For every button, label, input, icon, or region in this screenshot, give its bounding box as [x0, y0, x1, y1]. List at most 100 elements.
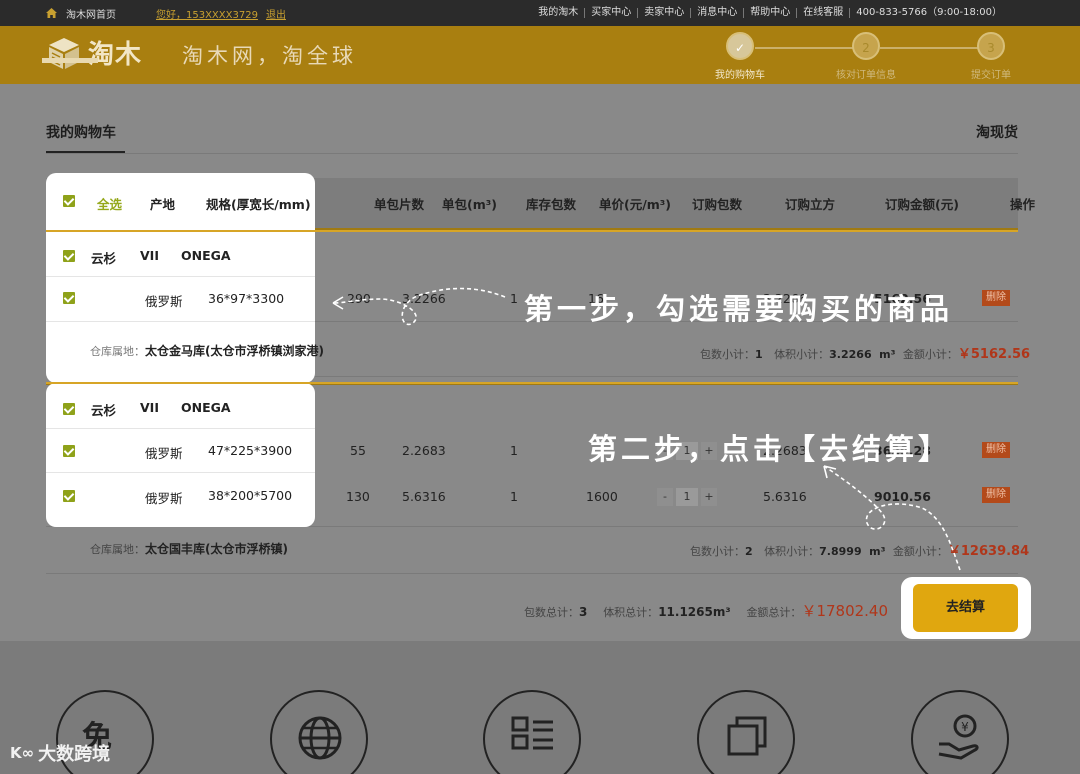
- copy-icon: [697, 690, 795, 774]
- col-order-qty: 订购包数: [692, 197, 743, 212]
- cell-volume: 5.6316: [402, 489, 446, 504]
- top-link-help-center[interactable]: 帮助中心: [744, 8, 798, 18]
- group-species: 云杉: [91, 251, 117, 266]
- row-divider: [46, 428, 315, 429]
- item-checkbox[interactable]: [63, 490, 75, 502]
- total-amount: ￥17802.40: [801, 602, 889, 620]
- col-price: 单价(元/m³): [599, 197, 671, 212]
- group-species: 云杉: [91, 403, 117, 418]
- logout-link[interactable]: 退出: [266, 6, 286, 21]
- cell-stock: 1: [510, 291, 518, 306]
- warehouse-label: 仓库属地：: [90, 345, 145, 358]
- group-grade: VII: [140, 400, 159, 415]
- site-logo[interactable]: 淘木: [46, 34, 142, 71]
- group-divider: [46, 382, 1018, 384]
- home-icon: [46, 8, 57, 18]
- cell-origin: 俄罗斯: [145, 491, 183, 506]
- step-cart: ✓ 我的购物车: [695, 32, 785, 81]
- group-checkbox[interactable]: [63, 250, 75, 262]
- top-link-seller-center[interactable]: 卖家中心: [638, 8, 692, 18]
- cell-pieces: 55: [350, 443, 366, 458]
- cell-origin: 俄罗斯: [145, 294, 183, 309]
- col-spec: 规格(厚宽长/mm): [206, 197, 311, 212]
- cell-origin: 俄罗斯: [145, 446, 183, 461]
- warehouse-name: 太仓金马库(太仓市浮桥镇浏家港): [145, 344, 324, 358]
- user-greeting[interactable]: 您好，153XXXX3729: [156, 6, 258, 21]
- top-bar: 淘木网首页 您好，153XXXX3729 退出 我的淘木 买家中心 卖家中心 消…: [0, 0, 1080, 26]
- select-all-label[interactable]: 全选: [97, 194, 122, 213]
- annotation-step1: 第一步，勾选需要购买的商品: [524, 292, 954, 326]
- step-label: 核对订单信息: [836, 70, 896, 81]
- cell-pieces: 130: [346, 489, 370, 504]
- step-submit: 3 提交订单: [946, 32, 1036, 81]
- check-icon: ✓: [726, 32, 754, 60]
- cell-volume: 2.2683: [402, 443, 446, 458]
- logo-url-strip: [42, 58, 98, 63]
- quantity-value[interactable]: 1: [676, 488, 698, 506]
- warehouse-info: 仓库属地：太仓金马库(太仓市浮桥镇浏家港): [90, 342, 324, 359]
- group-brand: ONEGA: [181, 400, 231, 415]
- header-underline: [46, 230, 1018, 232]
- subtotal-vol-unit: m³: [879, 348, 896, 361]
- home-link[interactable]: 淘木网首页: [46, 6, 116, 21]
- feature-strip: 免 ¥: [0, 641, 1080, 774]
- globe-icon: [270, 690, 368, 774]
- warehouse-label: 仓库属地：: [90, 543, 145, 556]
- copy-glyph: [727, 716, 767, 756]
- top-link-my-taomu[interactable]: 我的淘木: [532, 8, 586, 18]
- watermark-logo: K∞: [10, 744, 35, 762]
- step-confirm: 2 核对订单信息: [821, 32, 911, 81]
- slogan: 淘木网，淘全球: [182, 44, 357, 68]
- subtotal-vol-label: 体积小计：: [764, 545, 820, 558]
- subtotal-amt: ￥5162.56: [957, 347, 1031, 362]
- cell-order-volume: 5.6316: [763, 489, 807, 504]
- increment-button[interactable]: +: [701, 488, 717, 506]
- cell-spec: 36*97*3300: [208, 291, 285, 306]
- col-volume: 单包(m³): [442, 197, 497, 212]
- group-checkbox[interactable]: [63, 403, 75, 415]
- delete-button[interactable]: 删除: [982, 487, 1010, 503]
- step-label: 提交订单: [971, 70, 1011, 81]
- decrement-button[interactable]: -: [657, 488, 673, 506]
- warehouse-info: 仓库属地：太仓国丰库(太仓市浮桥镇): [90, 540, 288, 557]
- subtotal-pkg: 2: [745, 545, 753, 558]
- total-vol-label: 体积总计：: [603, 606, 659, 619]
- col-amount: 订购金额(元): [885, 197, 959, 212]
- top-link-online-service[interactable]: 在线客服: [797, 8, 851, 18]
- col-stock: 库存包数: [526, 197, 577, 212]
- cell-price: 1600: [586, 489, 618, 504]
- top-link-message-center[interactable]: 消息中心: [691, 8, 745, 18]
- delete-button[interactable]: 删除: [982, 290, 1010, 306]
- list-icon: [483, 690, 581, 774]
- top-link-buyer-center[interactable]: 买家中心: [585, 8, 639, 18]
- total-amt-label: 金额总计：: [746, 606, 802, 619]
- top-links: 我的淘木 买家中心 卖家中心 消息中心 帮助中心 在线客服 400-833-57…: [532, 8, 1008, 18]
- watermark: K∞ 大数跨境: [10, 740, 110, 766]
- row-divider: [46, 321, 315, 322]
- spot-goods-link[interactable]: 淘现货: [976, 122, 1018, 142]
- quantity-stepper[interactable]: - 1 +: [657, 488, 717, 506]
- checkout-button[interactable]: 去结算: [913, 584, 1018, 632]
- cell-stock: 1: [510, 443, 518, 458]
- select-all-checkbox[interactable]: [63, 195, 75, 207]
- logo-cube-icon: [49, 37, 79, 69]
- step-number: 3: [977, 32, 1005, 60]
- globe-glyph: [298, 716, 342, 760]
- subtotal-pkg-label: 包数小计：: [700, 348, 755, 361]
- subtotal-amt-label: 金额小计：: [902, 348, 958, 361]
- list-glyph: [511, 716, 553, 750]
- row-divider: [46, 472, 315, 473]
- arrow-icon: [332, 287, 506, 326]
- warehouse-name: 太仓国丰库(太仓市浮桥镇): [145, 542, 288, 556]
- cell-spec: 47*225*3900: [208, 443, 293, 458]
- delete-button[interactable]: 删除: [982, 442, 1010, 458]
- item-checkbox[interactable]: [63, 292, 75, 304]
- cell-spec: 38*200*5700: [208, 488, 293, 503]
- item-checkbox[interactable]: [63, 445, 75, 457]
- group-grade: VII: [140, 248, 159, 263]
- svg-text:¥: ¥: [961, 720, 969, 734]
- col-order-volume: 订购立方: [785, 197, 836, 212]
- col-origin: 产地: [150, 197, 176, 212]
- total-pkg: 3: [579, 605, 588, 619]
- money-hand-glyph: ¥: [938, 714, 979, 760]
